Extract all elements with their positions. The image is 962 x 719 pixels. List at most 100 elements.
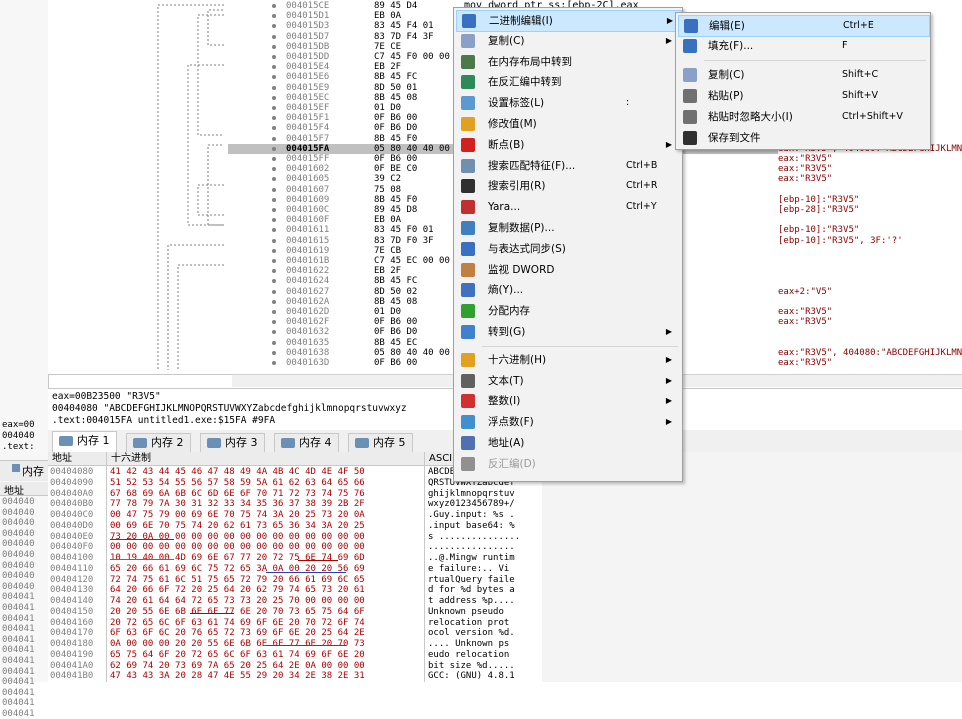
menu-item-label: 复制(C) (488, 34, 525, 47)
menu-item-float[interactable]: 浮点数(F) ▶ (456, 412, 680, 432)
dump-row[interactable]: 004040A0 67 68 69 6A 6B 6C 6D 6E 6F 70 71… (48, 489, 542, 500)
breakpoint-dot-icon[interactable] (272, 55, 276, 59)
breakpoint-dot-icon[interactable] (272, 75, 276, 80)
breakpoint-dot-icon[interactable] (272, 14, 276, 19)
menu-item-hex[interactable]: 十六进制(H) ▶ (456, 350, 680, 370)
disasm-bytes: 8B 45 F0 (374, 133, 418, 144)
menu-item-entropy[interactable]: 熵(Y)... (456, 280, 680, 300)
breakpoint-dot-icon[interactable] (272, 157, 276, 161)
disasm-address: 004015D1 (286, 11, 330, 22)
dump-row[interactable]: 004040E0 73 20 0A 00 00 00 00 00 00 00 00… (48, 532, 542, 543)
breakpoint-dot-icon[interactable] (272, 197, 276, 202)
breakpoint-dot-icon[interactable] (272, 208, 276, 212)
dump-row[interactable]: 00404120 72 74 75 61 6C 51 75 65 72 79 20… (48, 575, 542, 586)
tab-memory-3[interactable]: 内存 3 (200, 433, 265, 452)
submenu-item-save[interactable]: 保存到文件 (678, 128, 928, 148)
breakpoint-dot-icon[interactable] (272, 320, 276, 325)
dump-address: 00404100 (50, 553, 94, 563)
submenu-item-copy[interactable]: 复制(C) Shift+C (678, 65, 928, 85)
dump-address: 004040C0 (50, 510, 94, 520)
dump-row[interactable]: 004041B0 47 43 43 3A 20 28 47 4E 55 29 20… (48, 671, 542, 682)
menu-item-copy[interactable]: 复制(C) ▶ (456, 31, 680, 51)
breakpoint-dot-icon[interactable] (272, 361, 276, 365)
breakpoint-dot-icon[interactable] (272, 24, 276, 29)
menu-item-label: 修改值(M) (488, 118, 537, 130)
breakpoint-dot-icon[interactable] (272, 85, 276, 90)
breakpoint-dot-icon[interactable] (272, 350, 276, 355)
disasm-bytes: 8B 45 F0 (374, 194, 418, 205)
menu-item-copy-data[interactable]: 复制数据(P)... (456, 218, 680, 238)
tab-memory-2[interactable]: 内存 2 (126, 433, 191, 452)
menu-item-label[interactable]: 设置标签(L): (456, 93, 680, 113)
left-tab-label[interactable]: 内存 (22, 463, 44, 479)
breakpoint-dot-icon[interactable] (272, 259, 276, 263)
submenu-item-shortcut: Ctrl+Shift+V (842, 111, 903, 122)
breakpoint-dot-icon[interactable] (272, 126, 276, 131)
breakpoint-dot-icon[interactable] (272, 116, 276, 121)
dump-row[interactable]: 00404150 20 20 55 6E 6B 6E 6F 77 6E 20 70… (48, 607, 542, 618)
dump-row[interactable]: 004040B0 77 78 79 7A 30 31 32 33 34 35 36… (48, 499, 542, 510)
submenu-item-edit-binary[interactable]: 编辑(E) Ctrl+E (678, 15, 930, 37)
menu-item-watch[interactable]: 监视 DWORD (456, 260, 680, 280)
menu-item-memory-map[interactable]: 在内存布局中转到 (456, 52, 680, 72)
menu-item-sync[interactable]: 与表达式同步(S) (456, 239, 680, 259)
dump-row[interactable]: 00404130 64 20 66 6F 72 20 25 64 20 62 79… (48, 585, 542, 596)
breakpoint-dot-icon[interactable] (272, 146, 276, 151)
submenu-item-shortcut: Shift+V (842, 90, 879, 101)
disasm-view-icon (461, 456, 475, 471)
breakpoint-dot-icon[interactable] (272, 177, 276, 182)
breakpoint-dot-icon[interactable] (272, 279, 276, 284)
menu-item-integer[interactable]: 整数(I) ▶ (456, 391, 680, 411)
menu-item-breakpoint[interactable]: 断点(B) ▶ (456, 135, 680, 155)
dump-row[interactable]: 004041A0 62 69 74 20 73 69 7A 65 20 25 64… (48, 661, 542, 672)
breakpoint-dot-icon[interactable] (272, 310, 276, 314)
menu-item-yara[interactable]: Yara... Ctrl+Y (456, 197, 680, 217)
menu-item-disassembly[interactable]: 在反汇编中转到 (456, 72, 680, 92)
disasm-address: 004015F4 (286, 123, 330, 134)
menu-item-address[interactable]: 地址(A) (456, 433, 680, 453)
left-addr: 004040 (2, 507, 35, 518)
breakpoint-dot-icon[interactable] (272, 330, 276, 335)
dump-ascii-text: .Guy.input: %s . (428, 510, 515, 520)
menu-item-binoculars[interactable]: 搜索引用(R) Ctrl+R (456, 176, 680, 196)
dump-row[interactable]: 00404140 74 20 61 64 64 72 65 73 73 20 25… (48, 596, 542, 607)
dump-row[interactable]: 004040D0 00 69 6E 70 75 74 20 62 61 73 65… (48, 521, 542, 532)
breakpoint-dot-icon[interactable] (272, 218, 276, 223)
menu-item-text[interactable]: 文本(T) ▶ (456, 371, 680, 391)
breakpoint-dot-icon[interactable] (272, 289, 276, 294)
dump-row[interactable]: 00404170 6F 63 6F 6C 20 76 65 72 73 69 6F… (48, 628, 542, 639)
breakpoint-dot-icon[interactable] (272, 106, 276, 110)
breakpoint-dot-icon[interactable] (272, 248, 276, 253)
breakpoint-dot-icon[interactable] (272, 34, 276, 39)
submenu-item-fill[interactable]: 填充(F)... F (678, 36, 928, 56)
menu-item-pencil[interactable]: 修改值(M) (456, 114, 680, 134)
menu-item-allocate[interactable]: 分配内存 (456, 301, 680, 321)
dump-row[interactable]: 00404160 20 72 65 6C 6F 63 61 74 69 6F 6E… (48, 618, 542, 629)
menu-item-goto[interactable]: 转到(G) ▶ (456, 322, 680, 342)
dump-row[interactable]: 004040C0 00 47 75 79 00 69 6E 70 75 74 3A… (48, 510, 542, 521)
breakpoint-dot-icon[interactable] (272, 95, 276, 100)
breakpoint-dot-icon[interactable] (272, 187, 276, 192)
breakpoint-dot-icon[interactable] (272, 65, 276, 70)
breakpoint-dot-icon[interactable] (272, 238, 276, 243)
dump-row[interactable]: 004040F0 00 00 00 00 00 00 00 00 00 00 00… (48, 542, 542, 553)
dump-row[interactable]: 00404190 65 75 64 6F 20 72 65 6C 6F 63 61… (48, 650, 542, 661)
tab-memory-4[interactable]: 内存 4 (274, 433, 339, 452)
breakpoint-dot-icon[interactable] (272, 299, 276, 304)
tab-memory-1[interactable]: 内存 1 (52, 431, 117, 453)
disasm-bytes: EB 2F (374, 266, 402, 277)
memory-dump[interactable]: 地址 十六进制 ASCII 00404080 41 42 43 44 45 46 … (48, 452, 546, 682)
breakpoint-dot-icon[interactable] (272, 340, 276, 345)
breakpoint-dot-icon[interactable] (272, 136, 276, 141)
submenu-item-paste[interactable]: 粘贴(P) Shift+V (678, 86, 928, 106)
menu-item-binary-edit[interactable]: 二进制编辑(I) ▶ (456, 10, 682, 32)
tab-memory-5[interactable]: 内存 5 (348, 433, 413, 452)
breakpoint-dot-icon[interactable] (272, 167, 276, 172)
breakpoint-dot-icon[interactable] (272, 44, 276, 49)
submenu-item-paste-ignore-size[interactable]: 粘贴时忽略大小(I) Ctrl+Shift+V (678, 107, 928, 127)
menu-item-label: 搜索引用(R) (488, 180, 546, 193)
breakpoint-dot-icon[interactable] (272, 4, 276, 8)
menu-item-search-pattern[interactable]: 搜索匹配特征(F)... Ctrl+B (456, 156, 680, 176)
breakpoint-dot-icon[interactable] (272, 269, 276, 274)
breakpoint-dot-icon[interactable] (272, 228, 276, 233)
